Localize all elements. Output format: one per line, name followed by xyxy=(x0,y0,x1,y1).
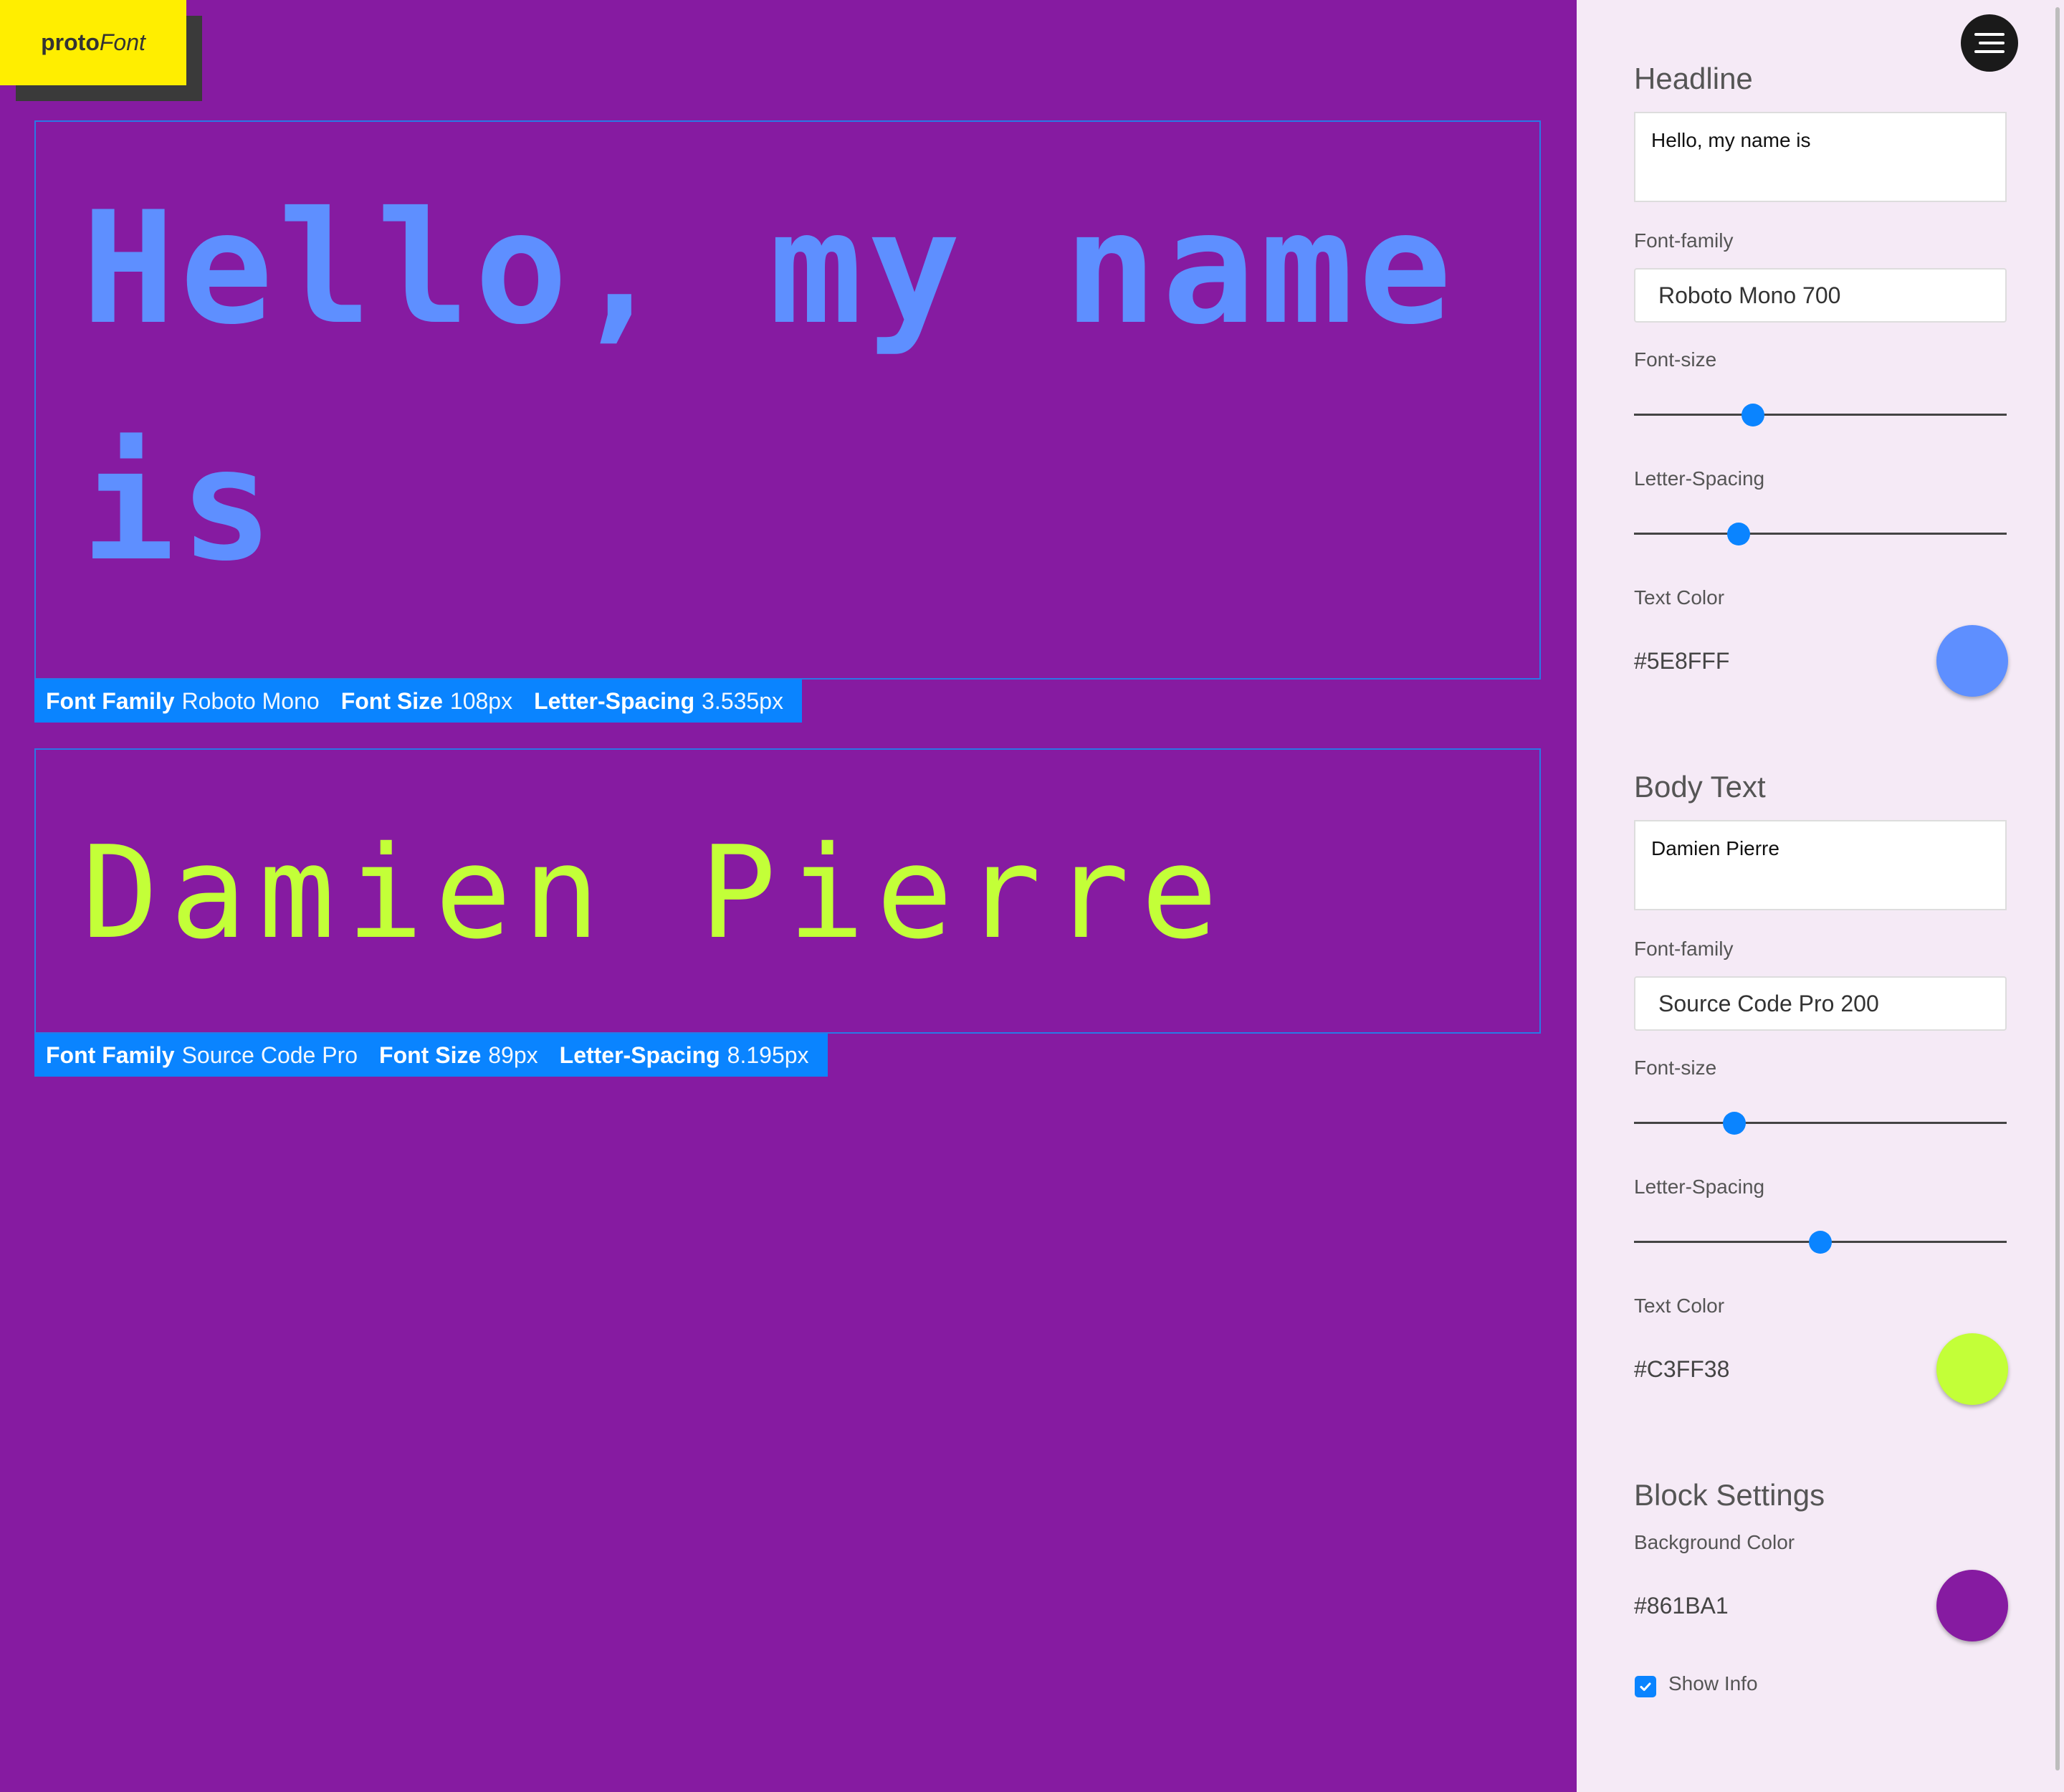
headline-text-input[interactable]: Hello, my name is xyxy=(1634,112,2007,202)
logo-italic-text: Font xyxy=(99,29,145,55)
show-info-label: Show Info xyxy=(1668,1672,1758,1695)
headline-font-family-label: Font-family xyxy=(1634,229,1734,252)
headline-color-swatch[interactable] xyxy=(1936,625,2008,697)
info-size-label: Font Size xyxy=(379,1042,482,1068)
info-family-label: Font Family xyxy=(46,1042,175,1068)
slider-thumb[interactable] xyxy=(1726,523,1750,545)
headline-letter-spacing-slider[interactable] xyxy=(1634,519,2007,548)
body-section-title: Body Text xyxy=(1634,770,1766,804)
hamburger-menu-icon[interactable] xyxy=(1961,14,2018,72)
headline-text-color-value: #5E8FFF xyxy=(1634,648,1730,674)
background-color-value: #861BA1 xyxy=(1634,1593,1729,1619)
body-text-color-label: Text Color xyxy=(1634,1295,1725,1317)
info-size-label: Font Size xyxy=(340,687,443,714)
slider-thumb[interactable] xyxy=(1742,404,1765,426)
body-font-size-slider[interactable] xyxy=(1634,1108,2007,1137)
info-size-value: 108px xyxy=(449,687,513,714)
logo-bold-text: proto xyxy=(41,29,100,55)
headline-font-family-select[interactable]: Roboto Mono 700 xyxy=(1634,268,2007,323)
body-font-family-label: Font-family xyxy=(1634,938,1734,960)
info-spacing-label: Letter-Spacing xyxy=(534,687,695,714)
info-family-label: Font Family xyxy=(46,687,175,714)
checkmark-icon xyxy=(1640,1682,1651,1691)
headline-preview-text: Hello, my name is xyxy=(82,178,1457,595)
body-info-bar: Font Family Source Code Pro Font Size 89… xyxy=(34,1034,828,1077)
body-font-size-label: Font-size xyxy=(1634,1057,1717,1079)
headline-info-bar: Font Family Roboto Mono Font Size 108px … xyxy=(34,680,802,723)
info-spacing-value: 8.195px xyxy=(727,1042,809,1068)
block-settings-title: Block Settings xyxy=(1634,1478,1825,1512)
headline-letter-spacing-label: Letter-Spacing xyxy=(1634,467,1765,490)
body-preview-text: Damien Pierre xyxy=(82,819,1230,967)
headline-font-size-label: Font-size xyxy=(1634,348,1717,371)
info-family-value: Roboto Mono xyxy=(181,687,320,714)
info-spacing-value: 3.535px xyxy=(702,687,783,714)
slider-thumb[interactable] xyxy=(1809,1231,1832,1254)
sidebar-scrollbar[interactable] xyxy=(2055,7,2060,1770)
body-text-color-value: #C3FF38 xyxy=(1634,1356,1730,1382)
app-logo[interactable]: proto Font xyxy=(0,0,186,85)
headline-text-color-label: Text Color xyxy=(1634,586,1725,609)
info-spacing-label: Letter-Spacing xyxy=(559,1042,720,1068)
show-info-checkbox[interactable] xyxy=(1635,1676,1656,1697)
background-color-label: Background Color xyxy=(1634,1531,1795,1553)
info-size-value: 89px xyxy=(488,1042,538,1068)
body-letter-spacing-label: Letter-Spacing xyxy=(1634,1176,1765,1198)
headline-preview-block: Hello, my name is xyxy=(34,120,1541,680)
body-font-family-select[interactable]: Source Code Pro 200 xyxy=(1634,976,2007,1031)
body-letter-spacing-slider[interactable] xyxy=(1634,1227,2007,1256)
background-color-swatch[interactable] xyxy=(1936,1570,2008,1641)
body-preview-block: Damien Pierre xyxy=(34,748,1541,1034)
body-color-swatch[interactable] xyxy=(1936,1333,2008,1405)
headline-font-size-slider[interactable] xyxy=(1634,400,2007,429)
slider-thumb[interactable] xyxy=(1723,1112,1747,1135)
body-text-input[interactable]: Damien Pierre xyxy=(1634,820,2007,910)
headline-section-title: Headline xyxy=(1634,62,1753,95)
info-family-value: Source Code Pro xyxy=(181,1042,358,1068)
